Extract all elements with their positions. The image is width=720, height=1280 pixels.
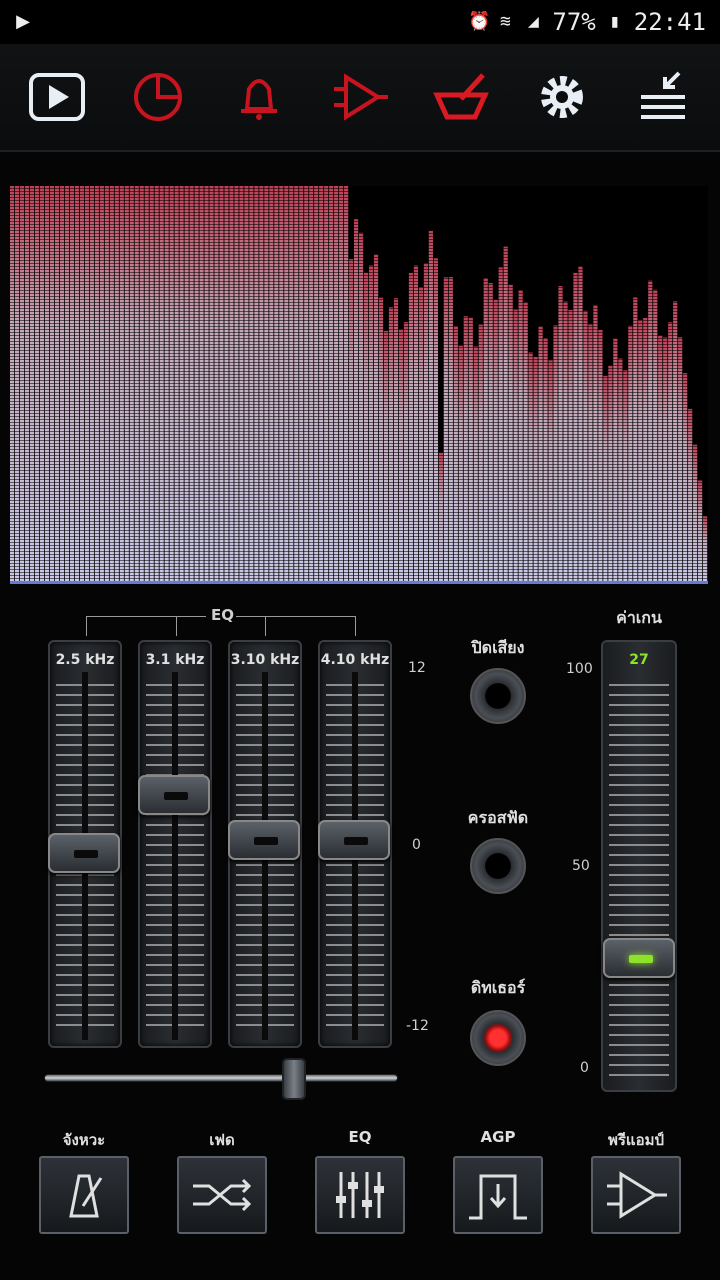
eq-band-label: 3.1 kHz [145, 652, 205, 668]
gain-ticks [609, 678, 669, 1078]
eq-scale-top: 12 [408, 660, 426, 676]
play-icon [28, 73, 85, 121]
gain-knob[interactable] [603, 938, 675, 978]
eq-band-3[interactable]: 3.10 kHz [228, 640, 302, 1048]
battery-percent: 77% [552, 8, 596, 36]
preamp-label: พรีแอมป์ [607, 1131, 665, 1149]
gain-label: ค่าเกน [616, 608, 662, 627]
eq-band-knob[interactable] [318, 820, 390, 861]
gain-scale-top: 100 [566, 661, 593, 677]
crossfade-label: ครอสฟัด [467, 808, 529, 827]
eq-scale-bottom: -12 [406, 1018, 429, 1034]
bowl-icon [433, 73, 490, 120]
play-tab[interactable] [13, 53, 101, 141]
balance-handle[interactable] [281, 1058, 306, 1100]
spectrum-baseline [10, 581, 708, 584]
play-notification-icon: ▶ [16, 11, 30, 32]
sliders-icon [336, 1172, 384, 1218]
gain-slider[interactable]: 27 [601, 640, 677, 1092]
shuffle-icon [193, 1178, 252, 1212]
wifi-icon: ≋ [499, 11, 511, 32]
alarm-icon: ⏰ [468, 11, 491, 32]
tempo-button[interactable] [39, 1156, 129, 1234]
balance-track [44, 1074, 398, 1082]
settings-tab[interactable] [518, 53, 606, 141]
eq-band-knob[interactable] [138, 775, 210, 816]
agp-button[interactable] [453, 1156, 543, 1234]
eq-band-1[interactable]: 2.5 kHz [48, 640, 122, 1048]
gear-icon [541, 76, 584, 118]
eq-band-2[interactable]: 3.1 kHz [138, 640, 212, 1048]
mix-tab[interactable] [417, 53, 505, 141]
eq-button[interactable] [315, 1156, 405, 1234]
spectrum-bars [10, 186, 708, 584]
fade-button[interactable] [177, 1156, 267, 1234]
eq-band-label: 3.10 kHz [230, 652, 300, 668]
timer-tab[interactable] [114, 53, 202, 141]
tempo-label: จังหวะ [62, 1131, 106, 1149]
balance-slider[interactable] [44, 1058, 398, 1100]
spectrum-visualizer [10, 186, 708, 584]
gain-scale-mid: 50 [572, 858, 590, 874]
status-bar: ▶ ⏰ ≋ ◢ 77% ▮ 22:41 [0, 0, 720, 44]
mute-label: ปิดเสียง [471, 638, 525, 657]
signal-icon: ◢ [527, 11, 539, 32]
eq-button-label: EQ [348, 1128, 372, 1146]
preamp-button[interactable] [591, 1156, 681, 1234]
crossfade-button[interactable] [470, 838, 526, 894]
eq-title: EQ [211, 606, 234, 624]
dither-button[interactable] [470, 1010, 526, 1066]
amplifier-icon [333, 73, 388, 121]
menu-tab[interactable] [619, 53, 707, 141]
mute-button[interactable] [470, 668, 526, 724]
alarm-tab[interactable] [215, 53, 303, 141]
eq-band-knob[interactable] [48, 833, 120, 873]
toolbar [0, 44, 720, 152]
eq-band-knob[interactable] [228, 820, 300, 861]
fade-label: เฟด [209, 1131, 235, 1149]
eq-band-label: 2.5 kHz [55, 652, 115, 668]
gain-value: 27 [629, 652, 649, 668]
agp-icon [469, 1174, 527, 1220]
clock: 22:41 [633, 8, 706, 36]
eq-band-label: 4.10 kHz [320, 652, 390, 668]
bell-icon [240, 79, 277, 120]
amplifier-tab[interactable] [316, 53, 404, 141]
battery-icon: ▮ [609, 11, 621, 32]
menu-icon [641, 71, 686, 119]
eq-band-4[interactable]: 4.10 kHz [318, 640, 392, 1048]
eq-scale-mid: 0 [412, 837, 421, 853]
metronome-icon [69, 1174, 103, 1218]
preamp-icon [607, 1171, 667, 1219]
gain-scale-bottom: 0 [580, 1060, 589, 1076]
timer-icon [133, 73, 182, 121]
scanline-overlay [10, 186, 708, 584]
status-right: ⏰ ≋ ◢ 77% ▮ 22:41 [468, 8, 706, 36]
agp-label: AGP [480, 1128, 516, 1146]
dither-label: ดิทเธอร์ [470, 978, 526, 997]
eq-rail [172, 672, 178, 1040]
